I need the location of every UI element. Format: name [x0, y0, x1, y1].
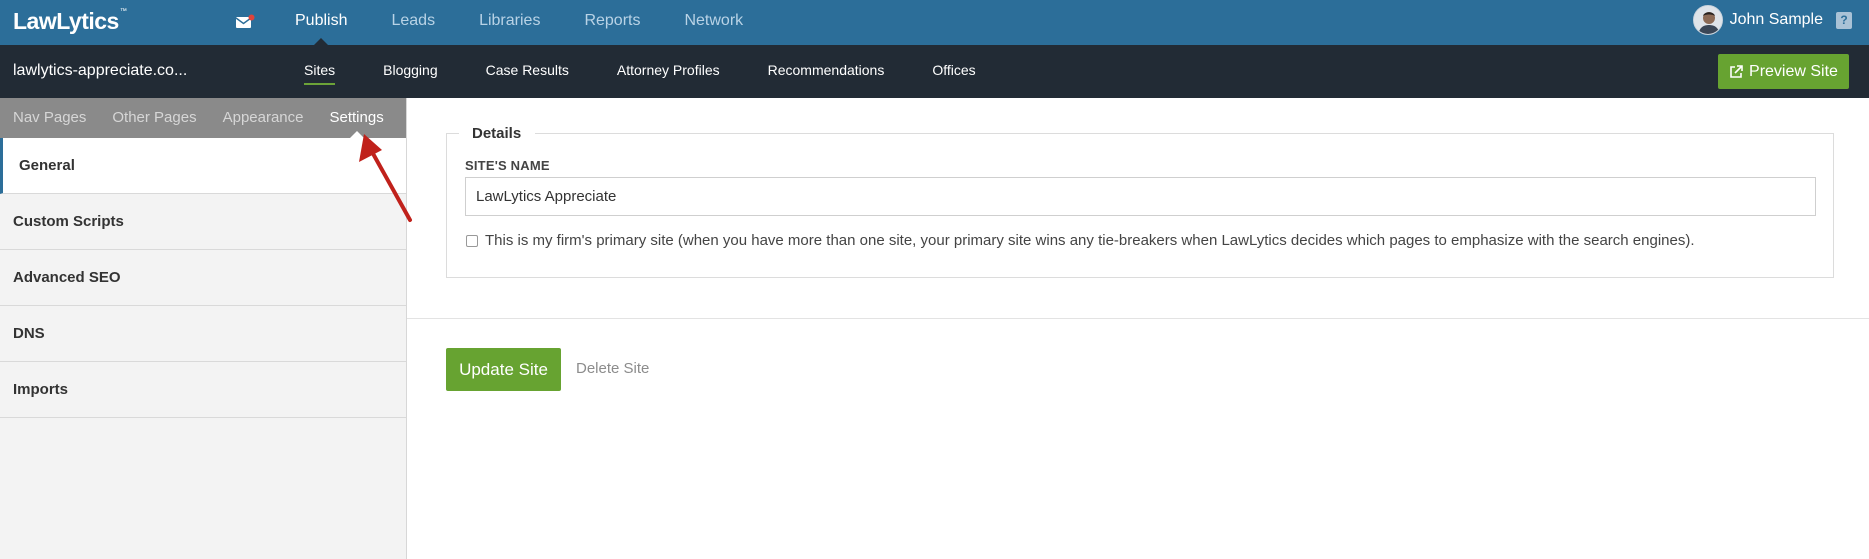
avatar [1692, 5, 1723, 35]
help-icon[interactable]: ? [1836, 12, 1852, 29]
section-divider [407, 318, 1869, 319]
nav-publish[interactable]: Publish [273, 0, 369, 45]
delete-site-link[interactable]: Delete Site [576, 360, 649, 377]
site-domain[interactable]: lawlytics-appreciate.co... [13, 62, 187, 80]
sidebar-item-custom-scripts[interactable]: Custom Scripts [0, 194, 406, 250]
subnav-blogging[interactable]: Blogging [359, 45, 462, 98]
nav-reports[interactable]: Reports [562, 0, 662, 45]
preview-site-button[interactable]: Preview Site [1718, 54, 1849, 89]
subnav-offices[interactable]: Offices [908, 45, 999, 98]
settings-menu: General Custom Scripts Advanced SEO DNS … [0, 138, 406, 418]
user-name: John Sample [1729, 11, 1823, 28]
primary-site-checkbox[interactable] [466, 234, 478, 247]
external-link-icon [1730, 64, 1743, 78]
nav-libraries[interactable]: Libraries [457, 0, 562, 45]
tab-other-pages[interactable]: Other Pages [99, 98, 209, 138]
sidebar-item-dns[interactable]: DNS [0, 306, 406, 362]
subnav-attorney-profiles[interactable]: Attorney Profiles [593, 45, 744, 98]
primary-site-label[interactable]: This is my firm's primary site (when you… [485, 232, 1695, 249]
site-name-label: SITE'S NAME [465, 158, 550, 173]
sidebar-item-imports[interactable]: Imports [0, 362, 406, 418]
details-fieldset: Details SITE'S NAME This is my firm's pr… [446, 125, 1834, 278]
subnav-case-results[interactable]: Case Results [462, 45, 593, 98]
sidebar-item-advanced-seo[interactable]: Advanced SEO [0, 250, 406, 306]
site-name-input[interactable] [465, 177, 1816, 216]
main-content: Details SITE'S NAME This is my firm's pr… [407, 98, 1869, 559]
annotation-arrow-icon [359, 134, 412, 222]
site-nav: Sites Blogging Case Results Attorney Pro… [280, 45, 1000, 98]
subnav-sites[interactable]: Sites [280, 45, 359, 98]
preview-site-label: Preview Site [1749, 62, 1838, 80]
user-menu[interactable]: John Sample [1692, 5, 1823, 35]
subnav-recommendations[interactable]: Recommendations [744, 45, 909, 98]
mail-icon[interactable] [235, 14, 255, 28]
primary-nav: Publish Leads Libraries Reports Network [273, 0, 765, 45]
nav-network[interactable]: Network [662, 0, 765, 45]
site-bar: lawlytics-appreciate.co... Sites Bloggin… [0, 45, 1869, 98]
sidebar-item-general[interactable]: General [0, 138, 406, 194]
update-site-button[interactable]: Update Site [446, 348, 561, 391]
tab-nav-pages[interactable]: Nav Pages [0, 98, 99, 138]
lawlytics-logo[interactable]: LawLytics™ [13, 8, 127, 35]
top-bar: LawLytics™ Publish Leads Libraries Repor… [0, 0, 1869, 45]
sidebar-tabs: Nav Pages Other Pages Appearance Setting… [0, 98, 406, 138]
nav-leads[interactable]: Leads [369, 0, 457, 45]
details-legend: Details [459, 125, 536, 142]
tab-appearance[interactable]: Appearance [210, 98, 317, 138]
primary-site-option: This is my firm's primary site (when you… [466, 232, 1695, 249]
